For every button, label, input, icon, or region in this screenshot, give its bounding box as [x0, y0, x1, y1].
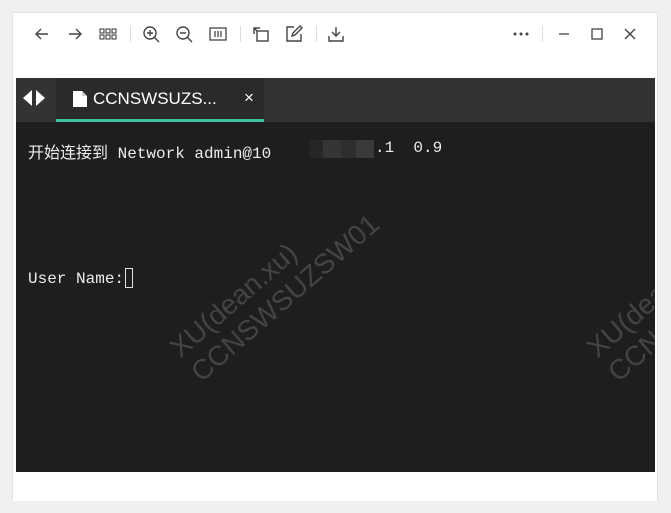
close-icon[interactable] — [619, 23, 641, 45]
arrow-left-icon[interactable] — [31, 23, 53, 45]
viewer-footer — [13, 473, 657, 501]
zoom-in-icon[interactable] — [140, 23, 162, 45]
connect-suffix: .1 0.9 — [375, 139, 443, 157]
terminal-app: CCNSWSUZS... × 开始连接到 Network admin@10 .1… — [16, 78, 655, 472]
download-icon[interactable] — [325, 23, 347, 45]
arrow-right-icon[interactable] — [64, 23, 86, 45]
caret-left-icon[interactable] — [22, 89, 33, 107]
tab-label: CCNSWSUZS... — [93, 89, 217, 108]
tab-close-button[interactable]: × — [244, 88, 254, 108]
terminal-output[interactable]: 开始连接到 Network admin@10 .1 0.9 User Name: — [16, 122, 655, 472]
tab-nav-arrows[interactable] — [22, 88, 52, 108]
file-icon — [73, 91, 87, 107]
maximize-icon[interactable] — [586, 23, 608, 45]
connect-text: 开始连接到 Network admin@10 — [28, 145, 272, 163]
tab-bar: CCNSWSUZS... × — [16, 78, 655, 122]
minimize-icon[interactable] — [553, 23, 575, 45]
tab-session[interactable]: CCNSWSUZS... × — [56, 78, 264, 122]
edit-icon[interactable] — [283, 23, 305, 45]
text-cursor — [125, 268, 134, 288]
username-prompt: User Name: — [28, 270, 125, 288]
rotate-icon[interactable] — [250, 23, 272, 45]
grid-icon[interactable] — [97, 23, 119, 45]
terminal-line: User Name: — [28, 268, 134, 288]
viewer-toolbar — [13, 13, 657, 57]
zoom-out-icon[interactable] — [173, 23, 195, 45]
terminal-line: 开始连接到 Network admin@10 — [28, 139, 271, 163]
more-icon[interactable] — [510, 23, 532, 45]
redacted-block — [309, 140, 374, 158]
fit-icon[interactable] — [207, 23, 229, 45]
caret-right-icon[interactable] — [35, 89, 46, 107]
